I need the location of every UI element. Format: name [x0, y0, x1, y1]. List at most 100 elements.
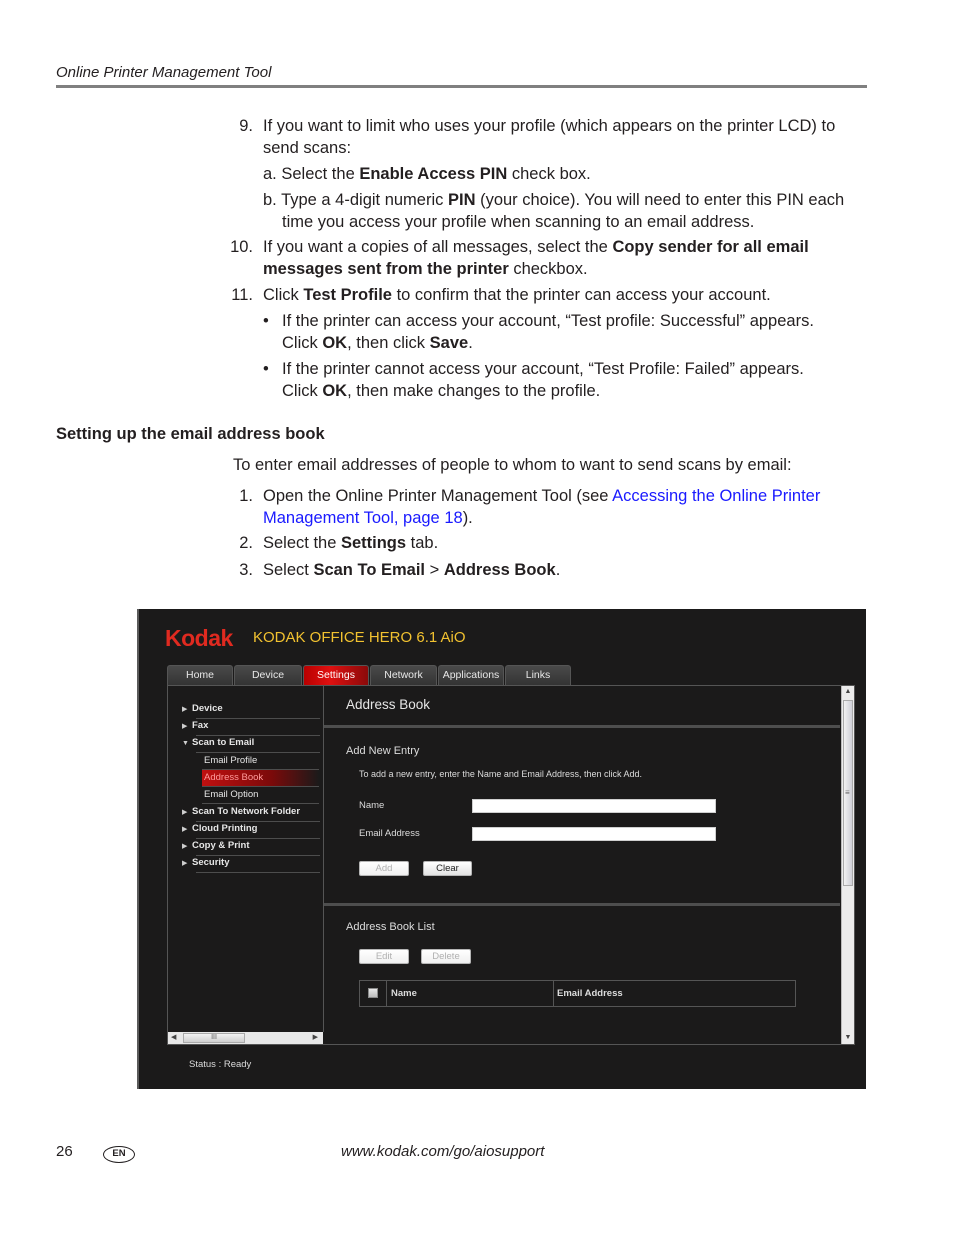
select-all-checkbox[interactable] — [368, 988, 378, 998]
delete-button[interactable]: Delete — [421, 949, 471, 964]
column-header-name[interactable]: Name — [391, 981, 417, 1006]
cross-reference-link[interactable]: Accessing the Online Printer — [612, 487, 820, 505]
scrollbar-thumb[interactable]: III — [183, 1033, 245, 1043]
sidebar-item-label: Fax — [192, 720, 209, 731]
main-vertical-scrollbar[interactable]: ▲ ≡ ▼ — [841, 686, 854, 1044]
scrollbar-thumb[interactable]: ≡ — [843, 700, 853, 886]
text: If the printer can access your account, … — [282, 312, 814, 330]
bold-term: OK — [322, 381, 348, 400]
text: If the printer cannot access your accoun… — [282, 360, 804, 378]
grip-icon: III — [211, 1034, 217, 1041]
sidebar-subitem-label: Email Option — [204, 789, 259, 800]
text: Select the — [281, 165, 360, 183]
add-button[interactable]: Add — [359, 861, 409, 876]
step-number: 10. — [230, 238, 253, 256]
bullet-icon: • — [263, 360, 269, 378]
text: Open the Online Printer Management Tool … — [263, 487, 613, 505]
text: Type a 4-digit numeric — [281, 191, 448, 209]
divider — [196, 821, 320, 822]
email-address-input[interactable] — [472, 827, 716, 841]
section-divider — [324, 725, 840, 728]
sidebar-item-fax[interactable]: ▶ Fax — [182, 720, 320, 736]
sidebar-item-label: Device — [192, 703, 223, 714]
cross-reference-link[interactable]: Management Tool, page 18 — [263, 509, 463, 527]
sidebar-item-label: Cloud Printing — [192, 823, 258, 834]
tab-settings[interactable]: Settings — [303, 665, 369, 685]
expand-arrow-icon: ▶ — [182, 860, 188, 867]
sidebar-item-label: Security — [192, 857, 230, 868]
add-entry-hint: To add a new entry, enter the Name and E… — [359, 769, 642, 779]
kodak-logo: Kodak — [165, 625, 233, 651]
sidebar-subitem-email-option[interactable]: Email Option — [202, 787, 319, 804]
divider — [196, 838, 320, 839]
name-input[interactable] — [472, 799, 716, 813]
sub-marker: a. — [263, 165, 277, 183]
sidebar-subitem-label: Email Profile — [204, 755, 258, 766]
bold-term: Settings — [340, 534, 407, 552]
sidebar-item-cloud-printing[interactable]: ▶ Cloud Printing — [182, 823, 320, 839]
tab-network[interactable]: Network — [370, 665, 437, 685]
text: Click — [263, 286, 304, 304]
sidebar-item-scan-to-email[interactable]: ▼ Scan to Email — [182, 737, 320, 753]
sub-marker: b. — [263, 191, 277, 209]
text: . — [555, 561, 561, 579]
page-number: 26 — [56, 1143, 73, 1160]
sidebar-item-scan-to-network-folder[interactable]: ▶ Scan To Network Folder — [182, 806, 320, 822]
edit-button[interactable]: Edit — [359, 949, 409, 964]
divider — [196, 718, 320, 719]
section-divider — [324, 903, 840, 906]
status-text: Status : Ready — [189, 1059, 252, 1070]
column-header-email-address[interactable]: Email Address — [557, 981, 623, 1006]
running-header: Online Printer Management Tool — [56, 64, 272, 81]
sidebar-horizontal-scrollbar[interactable]: ◀ III ▶ — [168, 1032, 323, 1044]
column-divider — [553, 981, 554, 1006]
sidebar-item-device[interactable]: ▶ Device — [182, 703, 320, 719]
tab-home[interactable]: Home — [167, 665, 233, 685]
text: (your choice). You will need to enter th… — [475, 191, 845, 209]
bold-term: Save — [429, 333, 469, 352]
text: check box. — [507, 165, 591, 183]
section-intro: To enter email addresses of people to wh… — [233, 456, 792, 474]
frame-edge — [137, 609, 139, 1089]
sidebar-item-label: Copy & Print — [192, 840, 250, 851]
step-number: 9. — [239, 117, 253, 135]
bold-term: messages sent from the printer — [263, 259, 509, 278]
embedded-screenshot: Kodak KODAK OFFICE HERO 6.1 AiO Home Dev… — [137, 609, 866, 1089]
section-heading: Setting up the email address book — [56, 425, 325, 443]
divider — [196, 855, 320, 856]
page-title: Address Book — [346, 697, 431, 712]
name-label: Name — [359, 800, 385, 811]
scroll-left-icon[interactable]: ◀ — [171, 1032, 176, 1044]
bold-term: Copy sender for all email — [612, 238, 809, 256]
clear-button[interactable]: Clear — [423, 861, 472, 876]
text: to confirm that the printer can access y… — [391, 286, 771, 304]
tab-links[interactable]: Links — [505, 665, 571, 685]
tab-bar: Home Device Settings Network Application… — [167, 665, 572, 685]
sidebar-item-label: Scan to Email — [192, 737, 255, 748]
divider — [196, 872, 320, 873]
sidebar-item-copy-print[interactable]: ▶ Copy & Print — [182, 840, 320, 856]
scroll-up-icon[interactable]: ▲ — [842, 686, 854, 698]
step-number: 1. — [239, 487, 253, 505]
text: time you access your profile when scanni… — [282, 212, 755, 231]
collapse-arrow-icon: ▼ — [182, 740, 189, 747]
scroll-down-icon[interactable]: ▼ — [842, 1032, 854, 1044]
bold-term: Enable Access PIN — [359, 165, 508, 183]
divider — [202, 803, 319, 804]
tab-applications[interactable]: Applications — [438, 665, 504, 685]
sidebar-subitem-email-profile[interactable]: Email Profile — [202, 753, 319, 770]
bold-term: Address Book — [443, 561, 556, 579]
text: Select the — [263, 534, 341, 552]
expand-arrow-icon: ▶ — [182, 809, 188, 816]
sidebar-subitem-address-book[interactable]: Address Book — [202, 770, 319, 787]
sidebar-item-security[interactable]: ▶ Security — [182, 857, 320, 873]
email-address-label: Email Address — [359, 828, 420, 839]
tab-device[interactable]: Device — [234, 665, 302, 685]
main-panel: Address Book Add New Entry To add a new … — [324, 686, 840, 1044]
support-url[interactable]: www.kodak.com/go/aiosupport — [341, 1143, 544, 1160]
add-entry-heading: Add New Entry — [346, 745, 420, 757]
step-number: 11. — [231, 286, 253, 304]
step-9b: b. Type a 4-digit numeric PIN (your choi… — [263, 190, 844, 233]
scroll-right-icon[interactable]: ▶ — [313, 1032, 318, 1044]
text: Select — [263, 561, 314, 579]
